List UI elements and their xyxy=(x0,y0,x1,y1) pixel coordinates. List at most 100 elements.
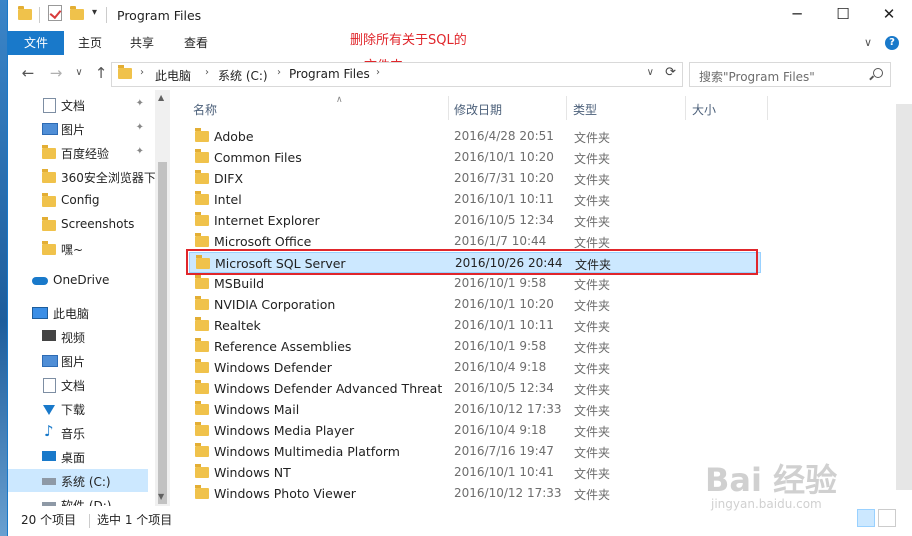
breadcrumb-separator[interactable]: › xyxy=(277,67,281,78)
minimize-button[interactable]: ─ xyxy=(774,0,820,31)
breadcrumb-separator[interactable]: › xyxy=(205,67,209,78)
file-name: Windows NT xyxy=(214,465,291,480)
sidebar-item-pictures-pinned[interactable]: 图片 ✦ xyxy=(8,117,148,140)
folder-icon xyxy=(42,241,56,255)
column-divider[interactable] xyxy=(448,96,449,120)
folder-icon xyxy=(42,145,56,159)
back-button[interactable]: ← xyxy=(19,64,37,82)
file-row[interactable]: Windows Defender Advanced Threat ... 2016… xyxy=(189,378,761,399)
help-icon[interactable]: ? xyxy=(885,36,899,50)
folder-icon xyxy=(195,401,209,415)
sidebar-item-drive-c[interactable]: 系统 (C:) xyxy=(8,469,148,492)
breadcrumb-drive-c[interactable]: 系统 (C:) xyxy=(218,67,268,84)
sidebar-item-drive-d[interactable]: 软件 (D:) xyxy=(8,493,148,506)
column-header-type[interactable]: 类型 xyxy=(573,96,683,120)
recent-locations-button[interactable]: ∨ xyxy=(70,64,88,82)
tab-view[interactable]: 查看 xyxy=(170,31,222,55)
sidebar-item-config[interactable]: Config xyxy=(8,189,148,212)
quick-access-dropdown-icon[interactable]: ▾ xyxy=(92,7,97,18)
scroll-up-arrow-icon[interactable]: ▲ xyxy=(158,93,164,102)
breadcrumb-this-pc[interactable]: 此电脑 xyxy=(155,67,191,84)
breadcrumb-separator[interactable]: › xyxy=(376,67,380,78)
search-icon[interactable] xyxy=(873,68,883,78)
column-divider[interactable] xyxy=(767,96,768,120)
file-type: 文件夹 xyxy=(574,194,611,208)
search-input[interactable]: 搜索"Program Files" xyxy=(689,62,891,87)
file-row[interactable]: Windows NT 2016/10/1 10:41 文件夹 xyxy=(189,462,761,483)
file-row[interactable]: Windows Multimedia Platform 2016/7/16 19:… xyxy=(189,441,761,462)
pin-icon[interactable]: ✦ xyxy=(136,146,144,157)
column-header-date[interactable]: 修改日期 xyxy=(454,96,564,120)
file-row[interactable]: MSBuild 2016/10/1 9:58 文件夹 xyxy=(189,273,761,294)
column-divider[interactable] xyxy=(566,96,567,120)
sidebar-item-label: 系统 (C:) xyxy=(61,475,111,489)
file-date: 2016/7/31 10:20 xyxy=(454,171,554,185)
sidebar-item-videos[interactable]: 视频 xyxy=(8,325,148,348)
file-row[interactable]: Reference Assemblies 2016/10/1 9:58 文件夹 xyxy=(189,336,761,357)
tab-file[interactable]: 文件 xyxy=(8,31,64,55)
sidebar-item-screenshots[interactable]: Screenshots xyxy=(8,213,148,236)
file-row[interactable]: Windows Defender 2016/10/4 9:18 文件夹 xyxy=(189,357,761,378)
column-header-size[interactable]: 大小 xyxy=(692,96,767,120)
folder-icon xyxy=(118,65,132,79)
file-row[interactable]: Windows Mail 2016/10/12 17:33 文件夹 xyxy=(189,399,761,420)
file-row[interactable]: Realtek 2016/10/1 10:11 文件夹 xyxy=(189,315,761,336)
sidebar-item-label: 百度经验 xyxy=(61,147,110,161)
forward-button[interactable]: → xyxy=(47,64,65,82)
scrollbar-thumb[interactable] xyxy=(158,162,167,504)
sidebar-item-desktop[interactable]: 桌面 xyxy=(8,445,148,468)
sidebar-item-music[interactable]: ♪ 音乐 xyxy=(8,421,148,444)
navigation-pane-scrollbar[interactable]: ▲ ▼ xyxy=(155,90,170,506)
pin-icon[interactable]: ✦ xyxy=(136,98,144,109)
sidebar-item-baidu-jingyan[interactable]: 百度经验 ✦ xyxy=(8,141,148,164)
maximize-button[interactable]: ☐ xyxy=(820,0,866,31)
tab-home[interactable]: 主页 xyxy=(64,31,116,55)
file-name: Intel xyxy=(214,192,242,207)
file-row[interactable]: DIFX 2016/7/31 10:20 文件夹 xyxy=(189,168,761,189)
file-name: Windows Defender Advanced Threat ... xyxy=(214,381,446,396)
breadcrumb-separator[interactable]: › xyxy=(140,67,144,78)
file-type: 文件夹 xyxy=(574,362,611,376)
file-name: Windows Mail xyxy=(214,402,300,417)
refresh-icon[interactable]: ⟳ xyxy=(665,65,676,80)
up-button[interactable]: ↑ xyxy=(92,64,110,82)
item-count: 20 个项目 xyxy=(21,513,77,527)
file-list-scrollbar[interactable] xyxy=(896,90,912,506)
pin-icon[interactable]: ✦ xyxy=(136,122,144,133)
breadcrumb-program-files[interactable]: Program Files xyxy=(289,67,370,81)
file-row[interactable]: Internet Explorer 2016/10/5 12:34 文件夹 xyxy=(189,210,761,231)
file-row[interactable]: NVIDIA Corporation 2016/10/1 10:20 文件夹 xyxy=(189,294,761,315)
close-button[interactable]: ✕ xyxy=(866,0,912,31)
address-dropdown-icon[interactable]: ∨ xyxy=(647,67,654,78)
sidebar-item-label: 图片 xyxy=(61,123,86,137)
sidebar-item-this-pc[interactable]: 此电脑 xyxy=(8,301,148,324)
sidebar-item-onedrive[interactable]: OneDrive xyxy=(8,269,148,292)
scroll-down-arrow-icon[interactable]: ▼ xyxy=(158,492,164,501)
ribbon-expand-icon[interactable]: ∨ xyxy=(864,36,872,49)
new-folder-icon[interactable] xyxy=(70,6,84,20)
tab-share[interactable]: 共享 xyxy=(116,31,168,55)
file-row[interactable]: Common Files 2016/10/1 10:20 文件夹 xyxy=(189,147,761,168)
sidebar-item-pictures[interactable]: 图片 xyxy=(8,349,148,372)
column-header-name[interactable]: 名称 ∧ xyxy=(193,95,448,120)
file-row[interactable]: Adobe 2016/4/28 20:51 文件夹 xyxy=(189,126,761,147)
large-icons-view-button[interactable] xyxy=(878,509,896,527)
sidebar-item-documents[interactable]: 文档 xyxy=(8,373,148,396)
address-bar[interactable]: › 此电脑 › 系统 (C:) › Program Files › ∨ ⟳ xyxy=(111,62,683,87)
file-row[interactable]: Windows Media Player 2016/10/4 9:18 文件夹 xyxy=(189,420,761,441)
file-type: 文件夹 xyxy=(574,152,611,166)
sidebar-item-downloads[interactable]: 下载 xyxy=(8,397,148,420)
folder-icon xyxy=(195,191,209,205)
scrollbar-thumb[interactable] xyxy=(896,104,912,490)
sidebar-item-label: Config xyxy=(61,193,100,207)
sidebar-item-label: Screenshots xyxy=(61,217,135,231)
file-row[interactable]: Windows Photo Viewer 2016/10/12 17:33 文件夹 xyxy=(189,483,761,504)
sidebar-item-label: 视频 xyxy=(61,331,86,345)
sidebar-item-documents-pinned[interactable]: 文档 ✦ xyxy=(8,93,148,116)
file-row[interactable]: Intel 2016/10/1 10:11 文件夹 xyxy=(189,189,761,210)
column-divider[interactable] xyxy=(685,96,686,120)
properties-check-icon[interactable] xyxy=(48,5,62,21)
file-type: 文件夹 xyxy=(574,425,611,439)
sidebar-item-360-browser[interactable]: 360安全浏览器下 xyxy=(8,165,155,188)
sidebar-item-hei[interactable]: 嘿~ xyxy=(8,237,148,260)
